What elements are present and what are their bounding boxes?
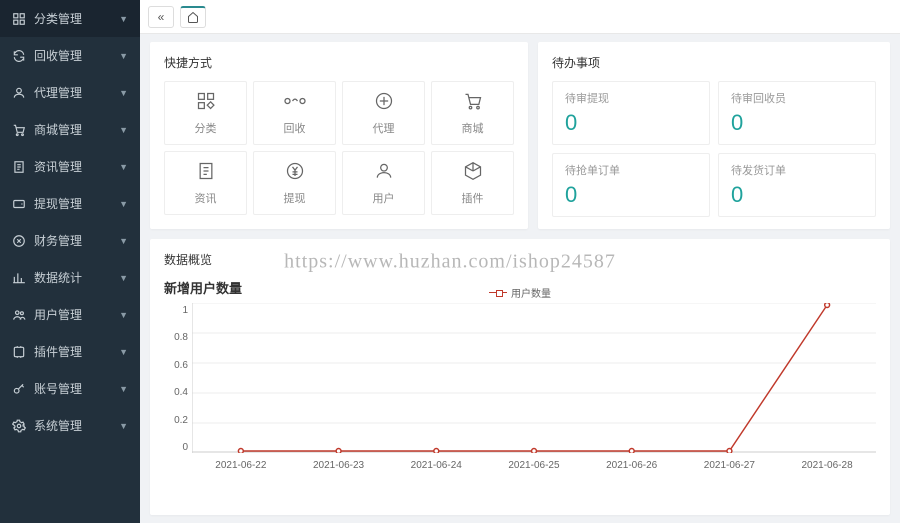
panel-title: 数据概览: [164, 251, 876, 268]
cart-icon: [463, 91, 483, 116]
sidebar-item-recycle[interactable]: 回收管理 ▼: [0, 37, 140, 74]
sidebar-item-label: 数据统计: [34, 269, 119, 286]
sidebar-item-agent[interactable]: 代理管理 ▼: [0, 74, 140, 111]
finance-icon: [12, 234, 26, 248]
quick-plugin[interactable]: 插件: [431, 151, 514, 215]
quick-agent[interactable]: 代理: [342, 81, 425, 145]
todo-panel: 待办事项 待审提现0 待审回收员0 待抢单订单0 待发货订单0: [538, 42, 890, 229]
wallet-icon: [12, 197, 26, 211]
caret-down-icon: ▼: [119, 199, 128, 209]
content: 快捷方式 分类 回收 代理 商城 资讯 提现 用户 插件 待办事项 待审提现0 …: [140, 34, 900, 523]
sidebar-item-label: 用户管理: [34, 306, 119, 323]
category-icon: [196, 91, 216, 116]
cart-icon: [12, 123, 26, 137]
sidebar-item-accounts[interactable]: 账号管理 ▼: [0, 370, 140, 407]
sidebar-item-label: 系统管理: [34, 417, 119, 434]
sidebar-item-statistics[interactable]: 数据统计 ▼: [0, 259, 140, 296]
todo-recycler-pending[interactable]: 待审回收员0: [718, 81, 876, 145]
sidebar-item-label: 插件管理: [34, 343, 119, 360]
chart-x-axis: 2021-06-22 2021-06-23 2021-06-24 2021-06…: [192, 456, 876, 471]
caret-down-icon: ▼: [119, 14, 128, 24]
quick-user[interactable]: 用户: [342, 151, 425, 215]
infinity-icon: [284, 91, 306, 116]
sidebar-item-mall[interactable]: 商城管理 ▼: [0, 111, 140, 148]
main: « 快捷方式 分类 回收 代理 商城 资讯 提现 用户 插件 待办事项: [140, 0, 900, 523]
quick-news[interactable]: 资讯: [164, 151, 247, 215]
tabbar: «: [140, 0, 900, 34]
sidebar-item-news[interactable]: 资讯管理 ▼: [0, 148, 140, 185]
document-icon: [196, 161, 216, 186]
chart: 用户数量 1 0.8 0.6 0.4 0.2 0: [164, 303, 876, 471]
sidebar-item-label: 商城管理: [34, 121, 119, 138]
caret-down-icon: ▼: [119, 310, 128, 320]
quick-withdraw[interactable]: 提现: [253, 151, 336, 215]
quick-grid: 分类 回收 代理 商城 资讯 提现 用户 插件: [164, 81, 514, 215]
tab-back-button[interactable]: «: [148, 6, 174, 28]
sidebar-item-finance[interactable]: 财务管理 ▼: [0, 222, 140, 259]
plus-circle-icon: [374, 91, 394, 116]
caret-down-icon: ▼: [119, 51, 128, 61]
data-panel: 数据概览 新增用户数量 用户数量 1 0.8 0.6 0.4 0.2 0: [150, 239, 890, 515]
chart-svg: [192, 303, 876, 453]
cube-icon: [463, 161, 483, 186]
sidebar-item-label: 提现管理: [34, 195, 119, 212]
caret-down-icon: ▼: [119, 347, 128, 357]
sidebar-item-users[interactable]: 用户管理 ▼: [0, 296, 140, 333]
sidebar-item-label: 财务管理: [34, 232, 119, 249]
document-icon: [12, 160, 26, 174]
chart-icon: [12, 271, 26, 285]
sidebar-item-label: 分类管理: [34, 10, 119, 27]
users-icon: [12, 308, 26, 322]
home-icon: [187, 11, 199, 23]
quick-recycle[interactable]: 回收: [253, 81, 336, 145]
agent-icon: [12, 86, 26, 100]
sidebar-item-label: 账号管理: [34, 380, 119, 397]
caret-down-icon: ▼: [119, 125, 128, 135]
todo-withdraw-pending[interactable]: 待审提现0: [552, 81, 710, 145]
caret-down-icon: ▼: [119, 236, 128, 246]
tab-home-button[interactable]: [180, 6, 206, 28]
caret-down-icon: ▼: [119, 88, 128, 98]
key-icon: [12, 382, 26, 396]
legend-swatch: [489, 292, 507, 293]
caret-down-icon: ▼: [119, 162, 128, 172]
recycle-icon: [12, 49, 26, 63]
sidebar-item-category[interactable]: 分类管理 ▼: [0, 0, 140, 37]
category-icon: [12, 12, 26, 26]
chart-y-axis: 1 0.8 0.6 0.4 0.2 0: [164, 303, 192, 453]
sidebar-item-label: 代理管理: [34, 84, 119, 101]
todo-ship-orders[interactable]: 待发货订单0: [718, 153, 876, 217]
yen-circle-icon: [285, 161, 305, 186]
sidebar-item-plugins[interactable]: 插件管理 ▼: [0, 333, 140, 370]
sidebar-item-system[interactable]: 系统管理 ▼: [0, 407, 140, 444]
chart-legend: 用户数量: [489, 285, 551, 300]
quick-category[interactable]: 分类: [164, 81, 247, 145]
todo-grid: 待审提现0 待审回收员0 待抢单订单0 待发货订单0: [552, 81, 876, 217]
sidebar-item-withdraw[interactable]: 提现管理 ▼: [0, 185, 140, 222]
user-icon: [374, 161, 394, 186]
caret-down-icon: ▼: [119, 384, 128, 394]
gear-icon: [12, 419, 26, 433]
panel-title: 快捷方式: [164, 54, 514, 71]
quick-mall[interactable]: 商城: [431, 81, 514, 145]
caret-down-icon: ▼: [119, 421, 128, 431]
sidebar-item-label: 回收管理: [34, 47, 119, 64]
caret-down-icon: ▼: [119, 273, 128, 283]
panel-title: 待办事项: [552, 54, 876, 71]
sidebar-item-label: 资讯管理: [34, 158, 119, 175]
todo-grab-orders[interactable]: 待抢单订单0: [552, 153, 710, 217]
plugin-icon: [12, 345, 26, 359]
sidebar: 分类管理 ▼ 回收管理 ▼ 代理管理 ▼ 商城管理 ▼ 资讯管理 ▼ 提现管理 …: [0, 0, 140, 523]
quick-panel: 快捷方式 分类 回收 代理 商城 资讯 提现 用户 插件: [150, 42, 528, 229]
